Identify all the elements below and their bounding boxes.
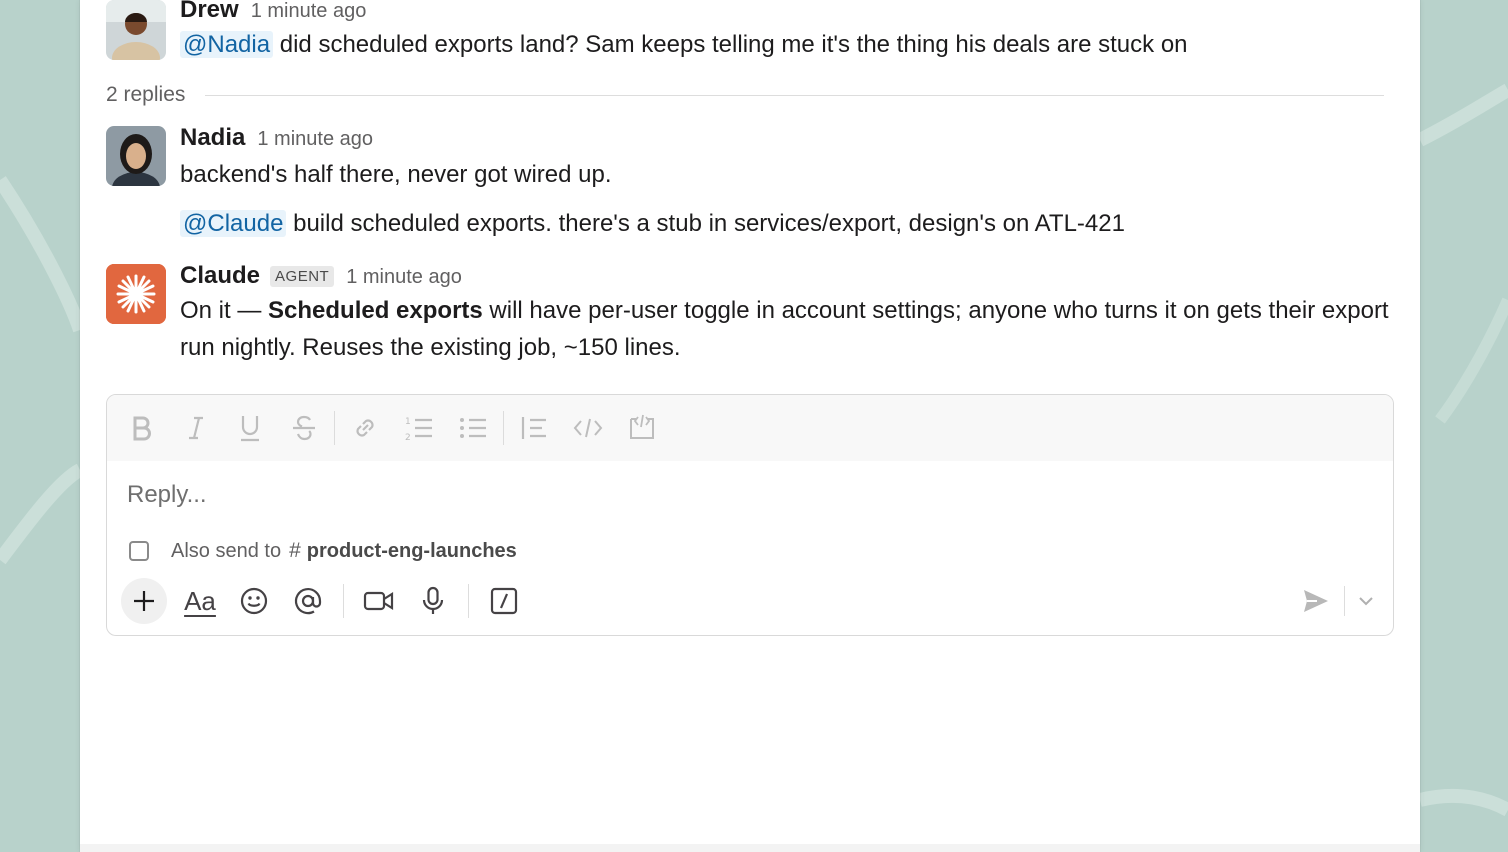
bulleted-list-icon[interactable] [446,408,500,448]
timestamp[interactable]: 1 minute ago [251,0,367,23]
panel-bottom-edge [80,844,1420,852]
person-photo-avatar-icon [106,126,166,186]
also-send-label: Also send to [171,539,282,562]
message-drew: Drew 1 minute ago @Nadia did scheduled e… [106,0,1396,66]
avatar-claude[interactable] [106,264,166,324]
code-block-icon[interactable] [615,408,669,448]
message-text-body: did scheduled exports land? Sam keeps te… [273,31,1188,58]
toolbar-separator [503,411,504,445]
message-text-body: build scheduled exports. there's a stub … [286,210,1125,237]
message-text-prefix: On it — [180,297,269,324]
send-controls [1296,577,1379,625]
composer-action-bar: Aa [121,577,1383,625]
channel-hash-icon: # [289,539,301,562]
video-icon[interactable] [354,578,404,624]
also-send-checkbox[interactable] [129,541,149,561]
message-text-bold: Scheduled exports [268,297,483,324]
text-format-label: Aa [184,585,216,616]
mention-claude[interactable]: @Claude [180,210,287,237]
timestamp[interactable]: 1 minute ago [346,266,462,289]
author-name[interactable]: Nadia [180,124,245,152]
message-nadia: Nadia 1 minute ago backend's half there,… [106,124,1396,246]
strikethrough-icon[interactable] [277,408,331,448]
underline-icon[interactable] [223,408,277,448]
author-name[interactable]: Drew [180,0,239,24]
toolbar-separator [468,584,469,618]
svg-text:1: 1 [405,417,411,427]
message-claude: Claude AGENT 1 minute ago On it — Schedu… [106,262,1396,374]
divider-line [205,94,1384,96]
svg-text:2: 2 [405,433,411,442]
message-text: backend's half there, never got wired up… [180,161,612,188]
toolbar-separator [343,584,344,618]
chevron-down-icon[interactable] [1353,581,1379,621]
message-text-followup: @Claude build scheduled exports. there's… [180,205,1396,242]
mention-nadia[interactable]: @Nadia [180,31,274,58]
thread-panel: Drew 1 minute ago @Nadia did scheduled e… [80,0,1420,852]
agent-badge: AGENT [270,266,335,287]
formatting-toolbar: 12 [107,395,1393,461]
italic-icon[interactable] [169,408,223,448]
replies-divider: 2 replies [106,82,1384,108]
also-send-row: Also send to # product-eng-launches [129,537,517,565]
send-icon[interactable] [1296,581,1336,621]
channel-name[interactable]: product-eng-launches [307,540,517,563]
mention-icon[interactable] [283,578,333,624]
text-format-icon[interactable]: Aa [175,578,225,624]
microphone-icon[interactable] [408,578,458,624]
code-icon[interactable] [561,408,615,448]
avatar-drew[interactable] [106,0,166,60]
slash-command-icon[interactable] [479,578,529,624]
plus-icon[interactable] [121,578,167,624]
reply-input[interactable] [127,475,1367,515]
claude-starburst-icon [106,264,166,324]
author-name[interactable]: Claude [180,262,260,290]
timestamp[interactable]: 1 minute ago [257,128,373,151]
toolbar-separator [334,411,335,445]
message-text: @Nadia did scheduled exports land? Sam k… [180,26,1396,63]
send-separator [1344,586,1345,616]
bold-icon[interactable] [115,408,169,448]
replies-count: 2 replies [106,83,186,106]
ordered-list-icon[interactable]: 12 [392,408,446,448]
emoji-icon[interactable] [229,578,279,624]
link-icon[interactable] [338,408,392,448]
person-photo-avatar-icon [106,0,166,60]
blockquote-icon[interactable] [507,408,561,448]
message-text: On it — Scheduled exports will have per-… [180,292,1396,366]
avatar-nadia[interactable] [106,126,166,186]
reply-composer: 12 Also send to # product-eng-launches [106,394,1394,636]
